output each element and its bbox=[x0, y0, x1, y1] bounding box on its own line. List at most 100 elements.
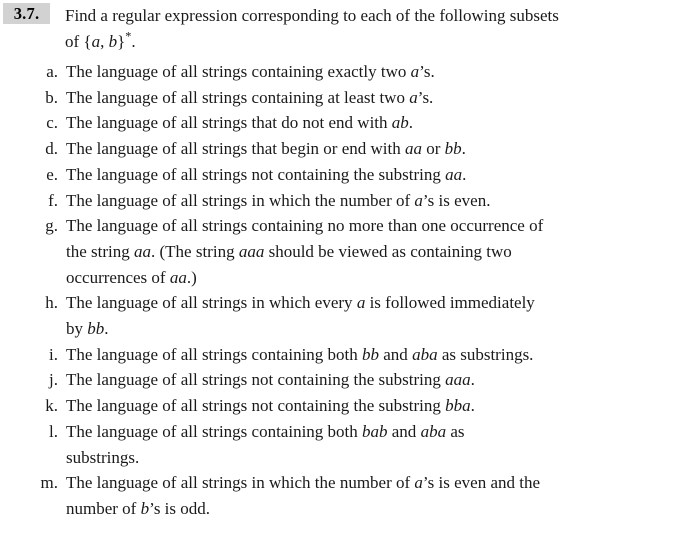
text-run: should be viewed as containing two bbox=[264, 241, 512, 261]
text-run: ’s is even. bbox=[422, 190, 491, 210]
symbol-string: aaa bbox=[238, 241, 265, 261]
symbol-string: bb bbox=[362, 344, 380, 364]
problem-statement: Find a regular expression corresponding … bbox=[65, 3, 655, 54]
text-run: occurrences of bbox=[66, 267, 170, 287]
list-item-text: The language of all strings not containi… bbox=[66, 393, 655, 419]
symbol-string: a bbox=[414, 190, 423, 210]
text-run: The language of all strings that do not … bbox=[66, 113, 392, 133]
list-item-text: The language of all strings in which the… bbox=[66, 188, 655, 214]
list-item: l. The language of all strings containing… bbox=[0, 419, 679, 470]
text-run: The language of all strings containing a… bbox=[66, 87, 410, 107]
problem-statement-line-1: Find a regular expression corresponding … bbox=[65, 6, 559, 25]
text-run: The language of all strings not containi… bbox=[66, 370, 446, 390]
text-run: . bbox=[461, 139, 466, 159]
text-run: as bbox=[446, 421, 465, 441]
list-item-label: d. bbox=[45, 139, 58, 159]
list-item: c. The language of all strings that do no… bbox=[0, 110, 679, 136]
list-item-line: substrings. bbox=[66, 445, 655, 471]
list-item-line: The language of all strings that begin o… bbox=[66, 136, 655, 162]
list-item-text: The language of all strings not containi… bbox=[66, 162, 655, 188]
text-run: is followed immediately bbox=[365, 293, 535, 313]
symbol-a: a bbox=[91, 31, 101, 51]
symbol-b: b bbox=[108, 31, 118, 51]
text-run: and bbox=[379, 344, 413, 364]
text-run: The language of all strings containing e… bbox=[66, 62, 411, 81]
list-item: a. The language of all strings containing… bbox=[0, 59, 679, 85]
text-run: ’s is odd. bbox=[149, 498, 211, 518]
symbol-string: a bbox=[414, 473, 423, 493]
list-item-text: The language of all strings that begin o… bbox=[66, 136, 655, 162]
list-item-line: The language of all strings not containi… bbox=[66, 162, 655, 188]
text-run: the string bbox=[66, 241, 134, 261]
text-run: The language of all strings containing n… bbox=[66, 216, 544, 236]
list-item-label: a. bbox=[46, 62, 58, 81]
alphabet-period: . bbox=[131, 31, 136, 51]
text-run: ’s is even and the bbox=[422, 473, 541, 493]
list-item: d. The language of all strings that begin… bbox=[0, 136, 679, 162]
symbol-string: bab bbox=[362, 421, 388, 441]
symbol-string: bba bbox=[445, 396, 471, 416]
list-item-text: The language of all strings containing b… bbox=[66, 419, 655, 470]
list-item: h. The language of all strings in which e… bbox=[0, 290, 679, 341]
list-item-text: The language of all strings in which the… bbox=[66, 470, 655, 521]
text-run: The language of all strings in which the… bbox=[66, 190, 415, 210]
text-run: . bbox=[470, 370, 475, 390]
sub-item-list: a. The language of all strings containing… bbox=[0, 59, 679, 522]
list-item: g. The language of all strings containing… bbox=[0, 213, 679, 290]
list-item: b. The language of all strings containing… bbox=[0, 85, 679, 111]
symbol-string: b bbox=[140, 498, 150, 518]
text-run: as substrings. bbox=[437, 344, 534, 364]
symbol-string: ab bbox=[391, 113, 409, 133]
text-run: ’s. bbox=[419, 62, 435, 81]
list-item-line: The language of all strings not containi… bbox=[66, 393, 655, 419]
list-item-label: c. bbox=[46, 113, 58, 133]
symbol-string: aba bbox=[412, 344, 438, 364]
list-item: e. The language of all strings not contai… bbox=[0, 162, 679, 188]
text-run: The language of all strings containing b… bbox=[66, 421, 363, 441]
symbol-string: aaa bbox=[445, 370, 471, 390]
problem-number-chip: 3.7. bbox=[3, 3, 50, 24]
list-item-label: g. bbox=[45, 216, 58, 236]
list-item-label: b. bbox=[45, 87, 58, 107]
list-item-line: the string aa. (The string aaa should be… bbox=[66, 239, 655, 265]
list-item-text: The language of all strings containing e… bbox=[66, 59, 655, 85]
problem-statement-line-2: of {a, b}*. bbox=[65, 29, 655, 55]
symbol-string: bb bbox=[87, 319, 105, 339]
text-run: substrings. bbox=[66, 447, 140, 467]
text-run: and bbox=[387, 421, 421, 441]
list-item-text: The language of all strings containing b… bbox=[66, 342, 655, 368]
text-run: . bbox=[408, 113, 414, 133]
list-item-label: l. bbox=[49, 421, 58, 441]
list-item-line: The language of all strings not containi… bbox=[66, 367, 655, 393]
list-item: j. The language of all strings not contai… bbox=[0, 367, 679, 393]
alphabet-separator: , bbox=[100, 31, 109, 51]
list-item-line: The language of all strings containing b… bbox=[66, 419, 655, 445]
list-item-label: m. bbox=[40, 473, 58, 493]
list-item-line: The language of all strings containing b… bbox=[66, 342, 655, 368]
list-item-label: j. bbox=[49, 370, 58, 390]
list-item-text: The language of all strings containing n… bbox=[66, 213, 655, 290]
list-item-label: h. bbox=[45, 293, 58, 313]
list-item-text: The language of all strings containing a… bbox=[66, 85, 655, 111]
list-item-line: The language of all strings in which the… bbox=[66, 470, 655, 496]
symbol-string: bb bbox=[444, 139, 462, 159]
list-item-line: number of b’s is odd. bbox=[66, 496, 655, 522]
list-item: i. The language of all strings containing… bbox=[0, 342, 679, 368]
list-item-text: The language of all strings that do not … bbox=[66, 110, 655, 136]
list-item-line: by bb. bbox=[66, 316, 655, 342]
text-run: . bbox=[462, 164, 467, 184]
text-run: number of bbox=[66, 498, 141, 518]
text-run: The language of all strings not containi… bbox=[66, 396, 446, 416]
list-item-line: The language of all strings containing n… bbox=[66, 213, 655, 239]
list-item-label: e. bbox=[46, 164, 58, 184]
list-item-line: The language of all strings that do not … bbox=[66, 110, 655, 136]
list-item-line: occurrences of aa.) bbox=[66, 265, 655, 291]
problem-header: 3.7. Find a regular expression correspon… bbox=[0, 0, 679, 54]
list-item-label: f. bbox=[48, 190, 58, 210]
text-run: . (The string bbox=[151, 241, 239, 261]
text-run: The language of all strings not containi… bbox=[66, 164, 446, 184]
text-run: The language of all strings in which eve… bbox=[66, 293, 357, 313]
list-item-line: The language of all strings in which eve… bbox=[66, 290, 655, 316]
text-run: The language of all strings containing b… bbox=[66, 344, 363, 364]
list-item-line: The language of all strings containing a… bbox=[66, 85, 655, 111]
